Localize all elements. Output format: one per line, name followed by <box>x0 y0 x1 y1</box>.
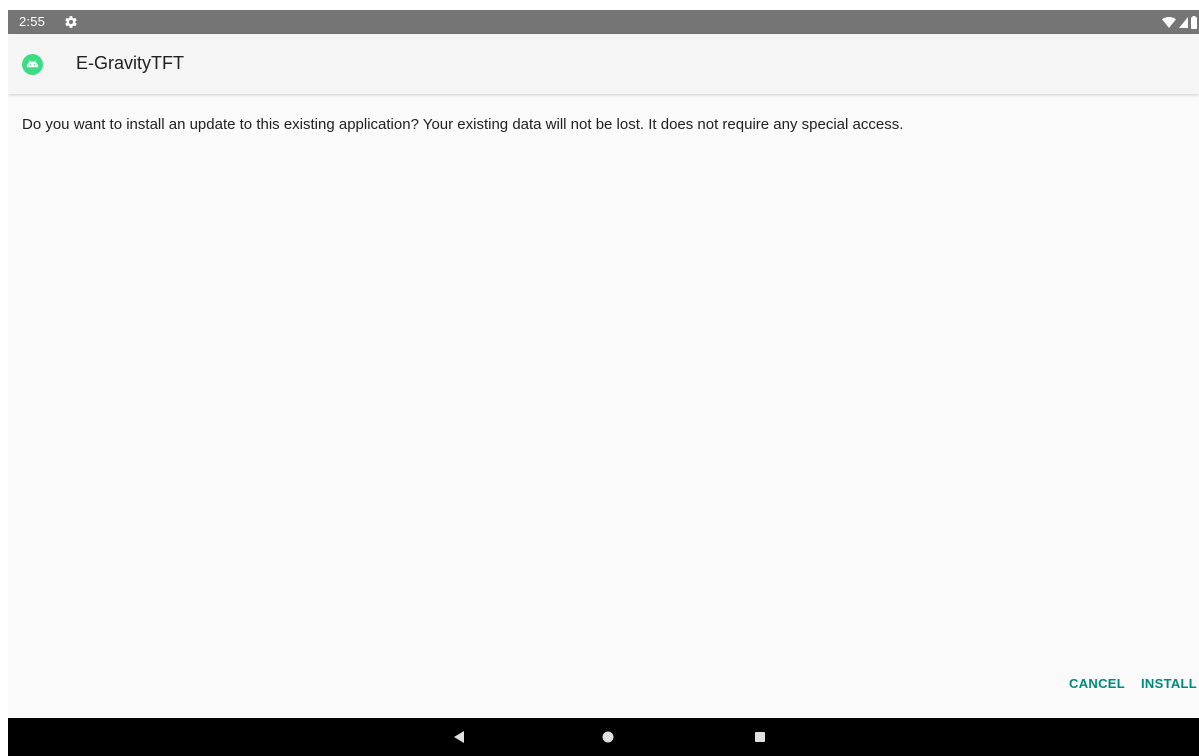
status-time: 2:55 <box>19 14 46 29</box>
wifi-icon <box>1162 16 1176 28</box>
back-icon[interactable] <box>447 725 471 749</box>
cancel-button[interactable]: CANCEL <box>1069 676 1125 691</box>
navigation-bar <box>8 718 1199 756</box>
android-app-icon <box>22 54 43 75</box>
app-title: E-GravityTFT <box>76 53 184 73</box>
install-message: Do you want to install an update to this… <box>22 116 904 133</box>
settings-icon <box>65 16 77 28</box>
install-button[interactable]: INSTALL <box>1141 676 1197 691</box>
status-bar: 2:55 <box>8 10 1199 34</box>
signal-icon <box>1179 16 1188 28</box>
recents-icon[interactable] <box>748 725 772 749</box>
app-bar: E-GravityTFT <box>8 34 1199 94</box>
status-icons <box>1162 15 1197 29</box>
installer-screen: 2:55 E-GravityTFT Do you want to install… <box>8 10 1199 756</box>
home-icon[interactable] <box>596 725 620 749</box>
battery-icon <box>1191 15 1197 29</box>
